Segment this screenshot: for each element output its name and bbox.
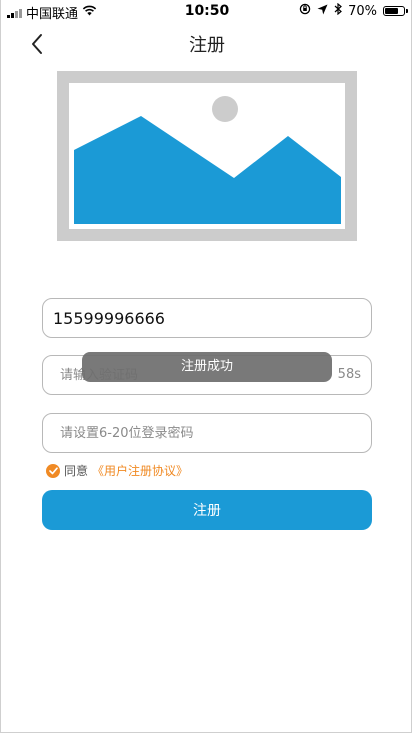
success-toast: 注册成功 (82, 352, 332, 382)
location-icon (317, 4, 328, 19)
register-button[interactable]: 注册 (42, 490, 372, 530)
rotation-lock-icon (299, 3, 311, 19)
battery-fill (385, 8, 398, 14)
bluetooth-icon (334, 2, 343, 19)
user-agreement-link[interactable]: 《用户注册协议》 (92, 462, 188, 479)
image-placeholder-icon (57, 71, 357, 241)
nav-bar: 注册 (1, 22, 411, 66)
phone-field[interactable] (42, 298, 372, 338)
agreement-row: 同意 《用户注册协议》 (46, 462, 188, 479)
page-title: 注册 (189, 35, 225, 56)
phone-input[interactable] (43, 299, 371, 337)
checkmark-circle-icon[interactable] (46, 463, 60, 478)
password-input[interactable] (43, 414, 371, 452)
countdown-timer: 58s (337, 367, 361, 382)
register-screen: 中国联通 10:50 70% 注册 15599996666 请输入验证码 58s… (0, 0, 412, 733)
battery-icon (383, 6, 408, 16)
battery-percent: 70% (348, 3, 377, 19)
agreement-prefix: 同意 (64, 464, 89, 478)
status-bar: 中国联通 10:50 70% (1, 0, 411, 22)
status-right: 70% (299, 2, 408, 19)
password-field[interactable] (42, 413, 372, 453)
